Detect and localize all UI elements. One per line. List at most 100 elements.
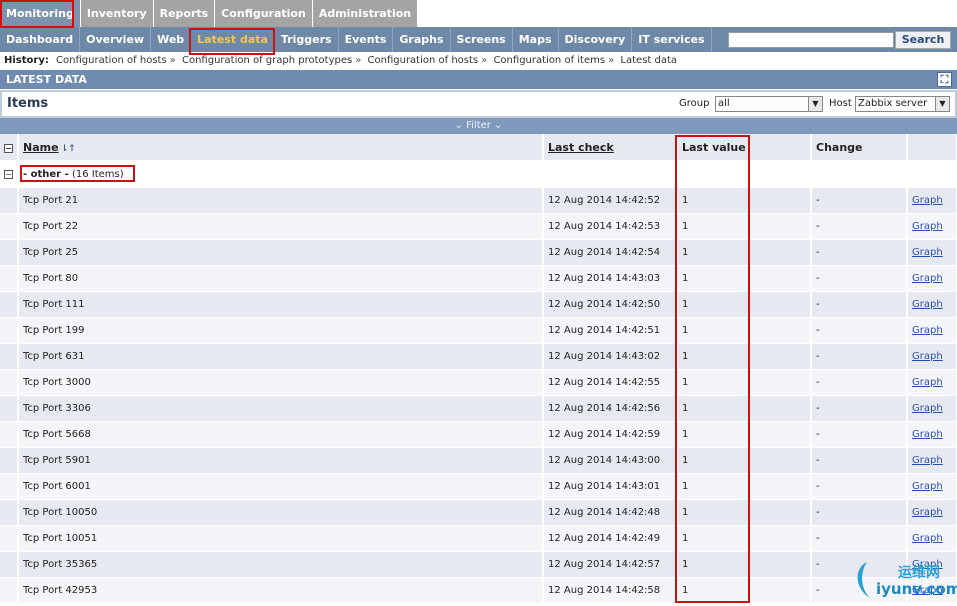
sub-menu-graphs[interactable]: Graphs xyxy=(393,27,451,52)
history-item[interactable]: Configuration of graph prototypes xyxy=(182,55,352,66)
item-last-check: 12 Aug 2014 14:42:50 xyxy=(543,291,678,318)
graph-link[interactable]: Graph xyxy=(912,403,943,414)
graph-link-cell: Graph xyxy=(907,291,957,318)
row-spacer xyxy=(0,525,19,552)
group-row: − - other - (16 Items) xyxy=(0,161,957,188)
top-menu-reports[interactable]: Reports xyxy=(153,0,215,27)
history-separator: » xyxy=(608,55,615,66)
item-last-check: 12 Aug 2014 14:43:02 xyxy=(543,343,678,370)
sub-menu-events[interactable]: Events xyxy=(339,27,394,52)
search-button[interactable]: Search xyxy=(895,31,951,49)
graph-link[interactable]: Graph xyxy=(912,507,943,518)
group-select[interactable]: all ▼ xyxy=(715,96,823,112)
table-row: Tcp Port 631 12 Aug 2014 14:43:02 1- Graph xyxy=(0,343,957,370)
graph-link[interactable]: Graph xyxy=(912,195,943,206)
item-last-check: 12 Aug 2014 14:42:59 xyxy=(543,421,678,448)
item-last-check: 12 Aug 2014 14:43:01 xyxy=(543,473,678,500)
item-last-value: 1 xyxy=(677,421,812,448)
sub-menu-maps[interactable]: Maps xyxy=(513,27,559,52)
section-title: LATEST DATA xyxy=(6,73,87,86)
sub-menu-triggers[interactable]: Triggers xyxy=(275,27,339,52)
group-name: - other - xyxy=(23,168,69,180)
graph-link[interactable]: Graph xyxy=(912,481,943,492)
item-last-check: 12 Aug 2014 14:42:48 xyxy=(543,499,678,526)
top-menu-administration[interactable]: Administration xyxy=(312,0,418,27)
table-row: Tcp Port 35365 12 Aug 2014 14:42:57 1- Grap… xyxy=(0,551,957,578)
column-header-last-check[interactable]: Last check xyxy=(543,134,678,162)
table-row: Tcp Port 5668 12 Aug 2014 14:42:59 1- Graph xyxy=(0,421,957,448)
sub-menu-it-services[interactable]: IT services xyxy=(632,27,712,52)
item-name: Tcp Port 35365 xyxy=(18,551,544,578)
item-change: - xyxy=(811,213,908,240)
graph-link[interactable]: Graph xyxy=(912,299,943,310)
row-spacer xyxy=(0,239,19,266)
item-change: - xyxy=(811,525,908,552)
graph-link-cell: Graph xyxy=(907,317,957,344)
history-item[interactable]: Configuration of hosts xyxy=(56,55,167,66)
history-item[interactable]: Configuration of hosts xyxy=(368,55,479,66)
item-change: - xyxy=(811,343,908,370)
column-header-last-value: Last value xyxy=(677,134,812,162)
row-spacer xyxy=(0,577,19,604)
sort-asc-icon: ⇂↑ xyxy=(60,143,76,154)
item-change: - xyxy=(811,187,908,214)
sub-menu-discovery[interactable]: Discovery xyxy=(559,27,633,52)
table-body: − - other - (16 Items) Tcp Port 21 12 Aug… xyxy=(0,161,957,604)
history-item[interactable]: Latest data xyxy=(620,55,677,66)
fullscreen-icon[interactable]: ⛶ xyxy=(937,72,952,87)
graph-link[interactable]: Graph xyxy=(912,455,943,466)
graph-link-cell: Graph xyxy=(907,447,957,474)
chevron-down-icon: ▼ xyxy=(808,97,822,111)
item-name: Tcp Port 10050 xyxy=(18,499,544,526)
graph-link-cell: Graph xyxy=(907,213,957,240)
sub-menu-web[interactable]: Web xyxy=(151,27,192,52)
graph-link[interactable]: Graph xyxy=(912,351,943,362)
graph-link[interactable]: Graph xyxy=(912,377,943,388)
search-input[interactable] xyxy=(728,32,894,48)
item-change: - xyxy=(811,369,908,396)
item-last-value: 1 xyxy=(677,369,812,396)
sub-menu-latest-data[interactable]: Latest data xyxy=(191,27,275,52)
row-spacer xyxy=(0,551,19,578)
item-last-value: 1 xyxy=(677,343,812,370)
top-menu-monitoring[interactable]: Monitoring xyxy=(0,0,80,27)
filter-toggle[interactable]: ⌄ Filter ⌄ xyxy=(0,118,957,134)
item-last-check: 12 Aug 2014 14:42:56 xyxy=(543,395,678,422)
graph-link[interactable]: Graph xyxy=(912,325,943,336)
graph-link[interactable]: Graph xyxy=(912,247,943,258)
filter-label: Filter xyxy=(466,120,491,131)
collapse-all-icon[interactable]: − xyxy=(4,143,13,153)
item-name: Tcp Port 111 xyxy=(18,291,544,318)
sub-menu-screens[interactable]: Screens xyxy=(451,27,513,52)
watermark-text: 运维网 xyxy=(898,565,940,581)
graph-link-cell: Graph xyxy=(907,369,957,396)
item-change: - xyxy=(811,317,908,344)
watermark-logo: 运维网 iyunv.com xyxy=(850,556,957,604)
table-row: Tcp Port 5901 12 Aug 2014 14:43:00 1- Graph xyxy=(0,447,957,474)
column-header-actions xyxy=(907,134,957,162)
graph-link[interactable]: Graph xyxy=(912,273,943,284)
latest-data-table: − Name ⇂↑ Last check Last value Change − … xyxy=(0,134,957,604)
graph-link[interactable]: Graph xyxy=(912,221,943,232)
item-last-value: 1 xyxy=(677,499,812,526)
top-menu-configuration[interactable]: Configuration xyxy=(215,0,312,27)
sub-menu-dashboard[interactable]: Dashboard xyxy=(0,27,81,52)
history-label: History: xyxy=(4,55,49,66)
item-last-check: 12 Aug 2014 14:42:55 xyxy=(543,369,678,396)
row-spacer xyxy=(0,265,19,292)
item-last-value: 1 xyxy=(677,187,812,214)
table-row: Tcp Port 111 12 Aug 2014 14:42:50 1- Graph xyxy=(0,291,957,318)
graph-link[interactable]: Graph xyxy=(912,429,943,440)
history-item[interactable]: Configuration of items xyxy=(493,55,605,66)
graph-link-cell: Graph xyxy=(907,499,957,526)
top-menu-inventory[interactable]: Inventory xyxy=(80,0,153,27)
graph-link[interactable]: Graph xyxy=(912,533,943,544)
column-header-name[interactable]: Name ⇂↑ xyxy=(18,134,544,162)
sub-menu-overview[interactable]: Overview xyxy=(80,27,152,52)
host-select[interactable]: Zabbix server ▼ xyxy=(855,96,950,112)
top-menu: Monitoring Inventory Reports Configurati… xyxy=(0,0,957,27)
collapse-group-icon[interactable]: − xyxy=(4,169,13,179)
row-spacer xyxy=(0,499,19,526)
item-last-check: 12 Aug 2014 14:43:00 xyxy=(543,447,678,474)
table-row: Tcp Port 3000 12 Aug 2014 14:42:55 1- Graph xyxy=(0,369,957,396)
